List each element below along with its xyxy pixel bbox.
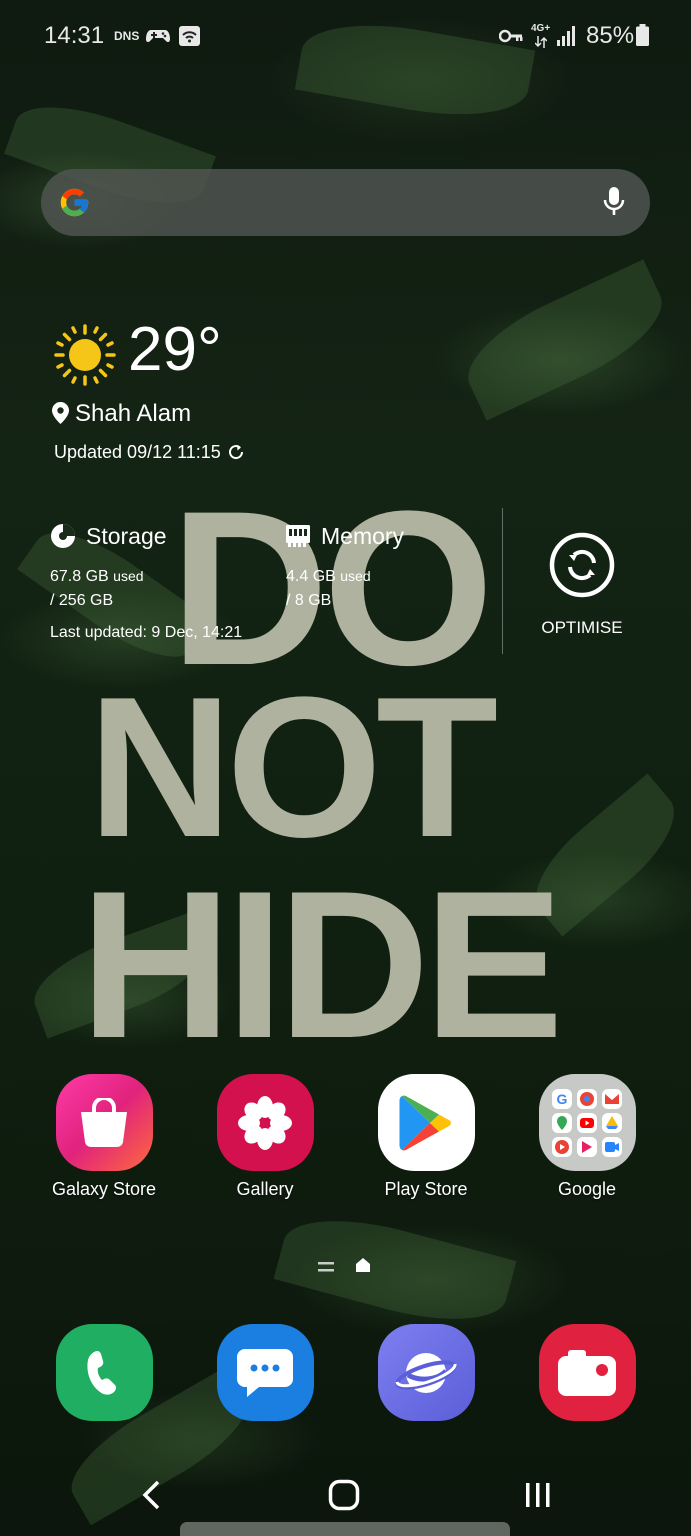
- memory-total: / 8 GB: [286, 592, 332, 609]
- app-play-store[interactable]: Play Store: [346, 1074, 506, 1200]
- storage-icon: [51, 524, 75, 548]
- sun-icon: [54, 324, 116, 386]
- back-icon[interactable]: [140, 1480, 162, 1510]
- dock-phone[interactable]: [24, 1324, 184, 1421]
- location-name: Shah Alam: [75, 400, 192, 427]
- status-bar: 14:31 DNS 4G+ 85%: [0, 0, 691, 72]
- battery-percent: 85%: [586, 22, 635, 49]
- google-search-bar[interactable]: [41, 169, 650, 236]
- optimise-icon: [549, 532, 615, 598]
- storage-used-value: 67.8 GB: [50, 568, 109, 585]
- dock-camera[interactable]: [507, 1324, 667, 1421]
- home-icon[interactable]: [328, 1479, 360, 1511]
- phone-icon: [87, 1350, 117, 1395]
- memory-used-value: 4.4 GB: [286, 568, 336, 585]
- flower-icon: [238, 1095, 292, 1150]
- gamepad-icon: [146, 30, 170, 43]
- care-divider: [502, 508, 503, 654]
- battery-icon: [636, 24, 649, 46]
- storage-total: / 256 GB: [50, 592, 114, 609]
- memory-title: Memory: [321, 523, 405, 549]
- wallpaper-leaf: [452, 259, 678, 421]
- planet-icon: [395, 1352, 457, 1393]
- optimise-label: OPTIMISE: [541, 618, 623, 637]
- app-label: Play Store: [384, 1179, 468, 1199]
- refresh-icon[interactable]: [227, 443, 245, 461]
- galaxy-store-icon: [55, 1074, 153, 1171]
- camera-app-icon: [538, 1324, 636, 1421]
- status-carrier-tag: DNS: [114, 29, 140, 43]
- phone-app-icon: [55, 1324, 153, 1421]
- network-arrows-icon: [535, 36, 547, 48]
- wallpaper-text-not: NOT: [88, 656, 498, 879]
- weather-updated: Updated 09/12 11:15: [54, 442, 245, 463]
- svg-text:G: G: [557, 1091, 568, 1107]
- app-galaxy-store[interactable]: Galaxy Store: [24, 1074, 184, 1200]
- app-gallery[interactable]: Gallery: [185, 1074, 345, 1200]
- search-input[interactable]: [103, 183, 563, 223]
- app-label: Galaxy Store: [51, 1179, 157, 1199]
- google-folder-grid-icon: G: [552, 1088, 622, 1157]
- storage-title: Storage: [86, 523, 167, 549]
- message-icon: [237, 1348, 293, 1397]
- home-page-dot-icon[interactable]: [356, 1258, 370, 1272]
- google-g-icon: [60, 188, 89, 217]
- memory-icon: [286, 525, 310, 547]
- app-label: Google: [557, 1179, 617, 1199]
- wallpaper-text-hide: HIDE: [80, 847, 564, 1082]
- dock-messages[interactable]: [185, 1324, 345, 1421]
- gesture-handle[interactable]: [180, 1522, 510, 1536]
- last-updated: Last updated: 9 Dec, 14:21: [50, 624, 243, 641]
- play-store-app-icon: [377, 1074, 475, 1171]
- vpn-key-icon: [499, 29, 523, 43]
- weather-location: Shah Alam: [52, 400, 191, 428]
- pages-menu-icon[interactable]: [318, 1262, 334, 1272]
- weather-updated-text: Updated 09/12 11:15: [54, 442, 221, 462]
- memory-used: 4.4 GB used: [286, 568, 371, 586]
- folder-google[interactable]: G Google: [507, 1074, 667, 1200]
- storage-used-word: used: [113, 568, 144, 584]
- network-type: 4G+: [531, 23, 551, 34]
- google-folder-icon: G: [538, 1074, 636, 1171]
- app-label: Gallery: [236, 1179, 294, 1199]
- dock-internet[interactable]: [346, 1324, 506, 1421]
- memory-used-word: used: [340, 568, 371, 584]
- internet-app-icon: [377, 1324, 475, 1421]
- play-store-icon: [399, 1095, 452, 1150]
- storage-used: 67.8 GB used: [50, 568, 144, 586]
- temperature: 29°: [128, 315, 222, 384]
- wallpaper-leaf: [273, 1201, 517, 1339]
- weather-widget[interactable]: 29° Shah Alam Updated 09/12 11:15: [52, 315, 352, 468]
- location-pin-icon: [52, 402, 69, 424]
- optimise-button[interactable]: OPTIMISE: [520, 526, 644, 646]
- device-care-widget[interactable]: Storage 67.8 GB used / 256 GB Memory 4.4…: [50, 508, 650, 658]
- messages-app-icon: [216, 1324, 314, 1421]
- gallery-icon: [216, 1074, 314, 1171]
- wifi-calling-icon: [179, 26, 200, 46]
- recents-icon[interactable]: [524, 1481, 552, 1509]
- shopping-bag-icon: [81, 1097, 127, 1147]
- mic-icon[interactable]: [602, 186, 626, 218]
- signal-icon: [557, 26, 575, 46]
- status-time: 14:31: [44, 22, 105, 49]
- camera-icon: [558, 1349, 616, 1396]
